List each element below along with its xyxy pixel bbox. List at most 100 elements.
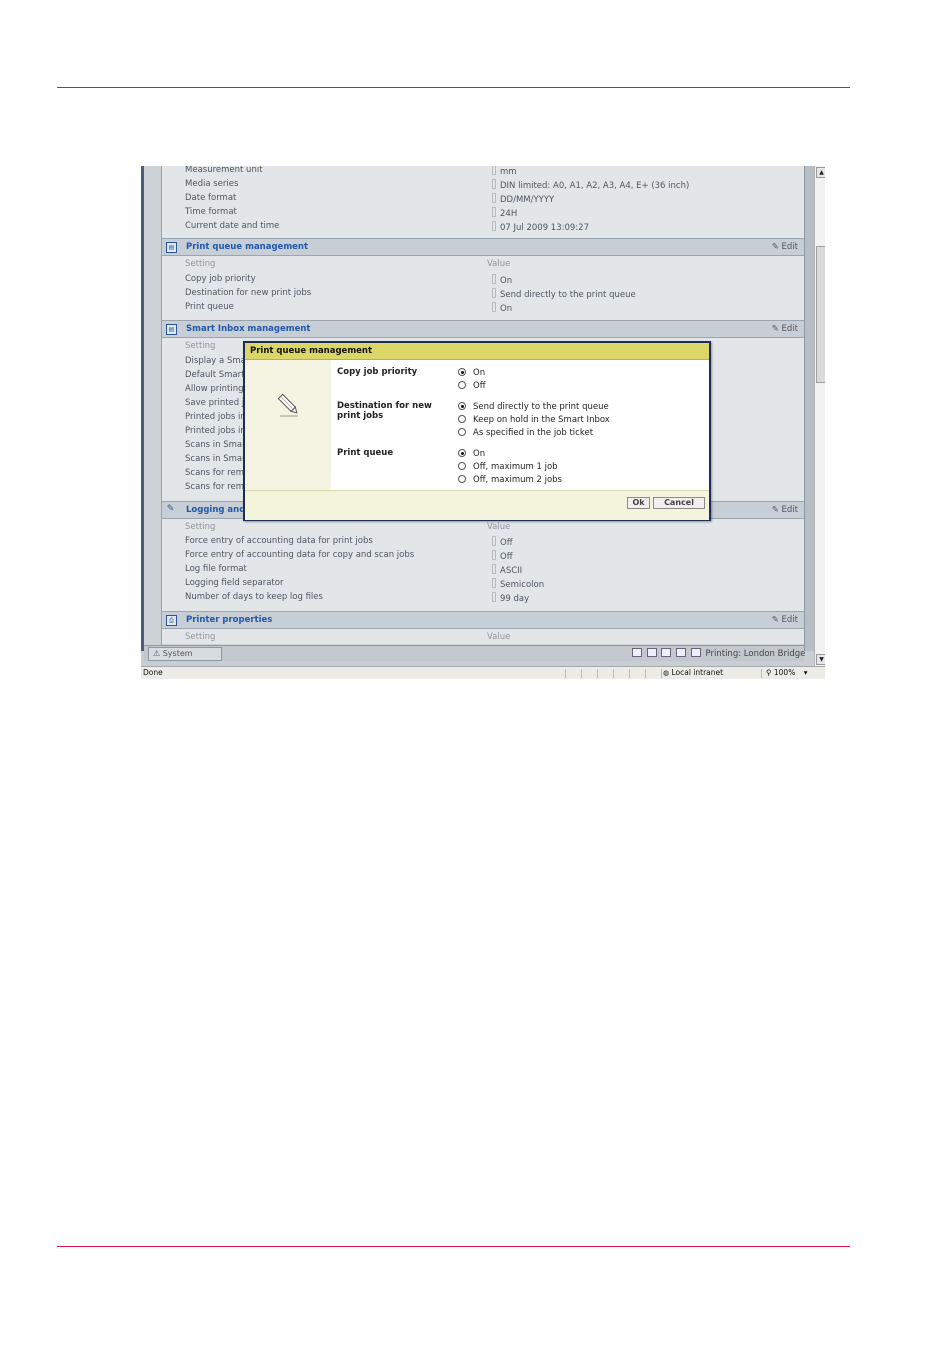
setting-label: Current date and time [185, 221, 280, 231]
option-label: Off [473, 381, 486, 391]
setting-value: DIN limited: A0, A1, A2, A3, A4, E+ (36 … [492, 179, 689, 191]
send-directly-option[interactable]: Send directly to the print queue [458, 402, 609, 412]
radio-unselected[interactable] [458, 381, 466, 389]
setting-value: On [492, 302, 512, 314]
tab-system[interactable]: ⚠ System [148, 647, 222, 661]
vertical-scrollbar[interactable]: ▲ ▼ [814, 166, 825, 666]
zone-label: Local intranet [671, 668, 724, 677]
setting-value: DD/MM/YYYY [492, 193, 554, 205]
setting-row: Measurement unit mm [162, 166, 804, 177]
radio-selected[interactable] [458, 449, 466, 457]
copy-job-priority-label: Copy job priority [337, 367, 418, 377]
max-2-jobs-option[interactable]: Off, maximum 2 jobs [458, 475, 562, 485]
column-header-setting: Setting [185, 259, 216, 269]
pencil-icon [277, 393, 298, 417]
setting-label: Log file format [185, 564, 247, 574]
setting-label: Copy job priority [185, 274, 256, 284]
bottom-rule [57, 1246, 850, 1247]
section-header-print-queue: ▤ Print queue management ✎ Edit [162, 238, 804, 256]
printer-icon: ⎙ [166, 615, 177, 626]
copy-priority-off-option[interactable]: Off [458, 381, 486, 391]
edit-label: Edit [781, 505, 798, 515]
option-label: On [473, 449, 486, 459]
radio-selected[interactable] [458, 402, 466, 410]
setting-label: Scans in Smart [185, 454, 249, 464]
screenshot-area: Measurement unit mm Media series DIN lim… [141, 166, 825, 679]
edit-label: Edit [781, 242, 798, 252]
status-text: Done [143, 668, 163, 677]
setting-label: Logging field separator [185, 578, 284, 588]
setting-row: Media series DIN limited: A0, A1, A2, A3… [162, 177, 804, 191]
setting-label: Destination for new print jobs [185, 288, 312, 298]
column-header-value: Value [487, 632, 511, 642]
print-queue-on-option[interactable]: On [458, 449, 485, 459]
status-cell [581, 669, 582, 678]
radio-selected[interactable] [458, 368, 466, 376]
setting-value: Send directly to the print queue [492, 288, 636, 300]
as-specified-option[interactable]: As specified in the job ticket [458, 428, 593, 438]
setting-value: ASCII [492, 564, 522, 576]
cancel-button[interactable]: Cancel [653, 497, 705, 509]
setting-row: Date format DD/MM/YYYY [162, 191, 804, 205]
inbox-icon [646, 648, 657, 657]
edit-button[interactable]: ✎ Edit [772, 615, 798, 625]
option-label: On [473, 368, 486, 378]
edit-button[interactable]: ✎ Edit [772, 324, 798, 334]
edit-label: Edit [781, 615, 798, 625]
section-title: Print queue management [186, 242, 309, 252]
setting-label: Default Smart I [185, 370, 250, 380]
top-rule [57, 87, 850, 88]
scroll-up-icon[interactable]: ▲ [816, 167, 825, 178]
printing-status: Printing: London Bridge [632, 648, 805, 659]
radio-unselected[interactable] [458, 415, 466, 423]
print-queue-dialog: Print queue management Copy job priority… [243, 341, 711, 521]
print-queue-label: Print queue [337, 448, 394, 458]
setting-row: Current date and time 07 Jul 2009 13:09:… [162, 219, 804, 233]
column-header-value: Value [487, 522, 511, 532]
column-header-row: Setting Value [162, 520, 804, 534]
radio-unselected[interactable] [458, 462, 466, 470]
radio-unselected[interactable] [458, 428, 466, 436]
radio-unselected[interactable] [458, 475, 466, 483]
scanner-icon [661, 648, 672, 657]
setting-row: Force entry of accounting data for print… [162, 534, 804, 548]
edit-button[interactable]: ✎ Edit [772, 505, 798, 515]
dialog-body: Copy job priority On Off Destination for… [331, 360, 709, 490]
setting-label: Measurement unit [185, 166, 263, 175]
scroll-down-icon[interactable]: ▼ [816, 654, 825, 665]
option-label: Send directly to the print queue [473, 402, 609, 412]
setting-label: Force entry of accounting data for copy … [185, 550, 415, 560]
edit-button[interactable]: ✎ Edit [772, 242, 798, 252]
column-header-setting: Setting [185, 522, 216, 532]
setting-row: Print queue On [162, 300, 804, 314]
section-title: Smart Inbox management [186, 324, 311, 334]
ok-button[interactable]: Ok [627, 497, 650, 509]
setting-label: Display a Smar [185, 356, 250, 366]
setting-value: 07 Jul 2009 13:09:27 [492, 221, 589, 233]
zoom-control[interactable]: ⚲ 100% ▾ [766, 668, 808, 677]
setting-value: mm [492, 166, 517, 177]
setting-label: Save printed jo [185, 398, 250, 408]
setting-row: Log file format ASCII [162, 562, 804, 576]
option-label: Off, maximum 2 jobs [473, 475, 562, 485]
zoom-icon: ⚲ [766, 668, 772, 677]
setting-label: Force entry of accounting data for print… [185, 536, 373, 546]
option-label: As specified in the job ticket [473, 428, 594, 438]
max-1-job-option[interactable]: Off, maximum 1 job [458, 462, 558, 472]
status-cell [645, 669, 646, 678]
status-cell [613, 669, 614, 678]
setting-row: Destination for new print jobs Send dire… [162, 286, 804, 300]
scroll-thumb[interactable] [816, 246, 825, 383]
setting-label: Number of days to keep log files [185, 592, 323, 602]
setting-label: Printed jobs in [185, 412, 246, 422]
dialog-title-bar: Print queue management [245, 343, 709, 360]
column-header-row: Setting Value [162, 630, 804, 644]
setting-label: Scans in Smart [185, 440, 249, 450]
destination-label: Destination for new print jobs [337, 401, 432, 421]
keep-on-hold-option[interactable]: Keep on hold in the Smart Inbox [458, 415, 610, 425]
column-header-setting: Setting [185, 341, 216, 351]
copy-priority-on-option[interactable]: On [458, 368, 485, 378]
pencil-icon: ✎ [166, 504, 175, 514]
setting-label: Date format [185, 193, 237, 203]
printer-status-icon [690, 648, 701, 657]
